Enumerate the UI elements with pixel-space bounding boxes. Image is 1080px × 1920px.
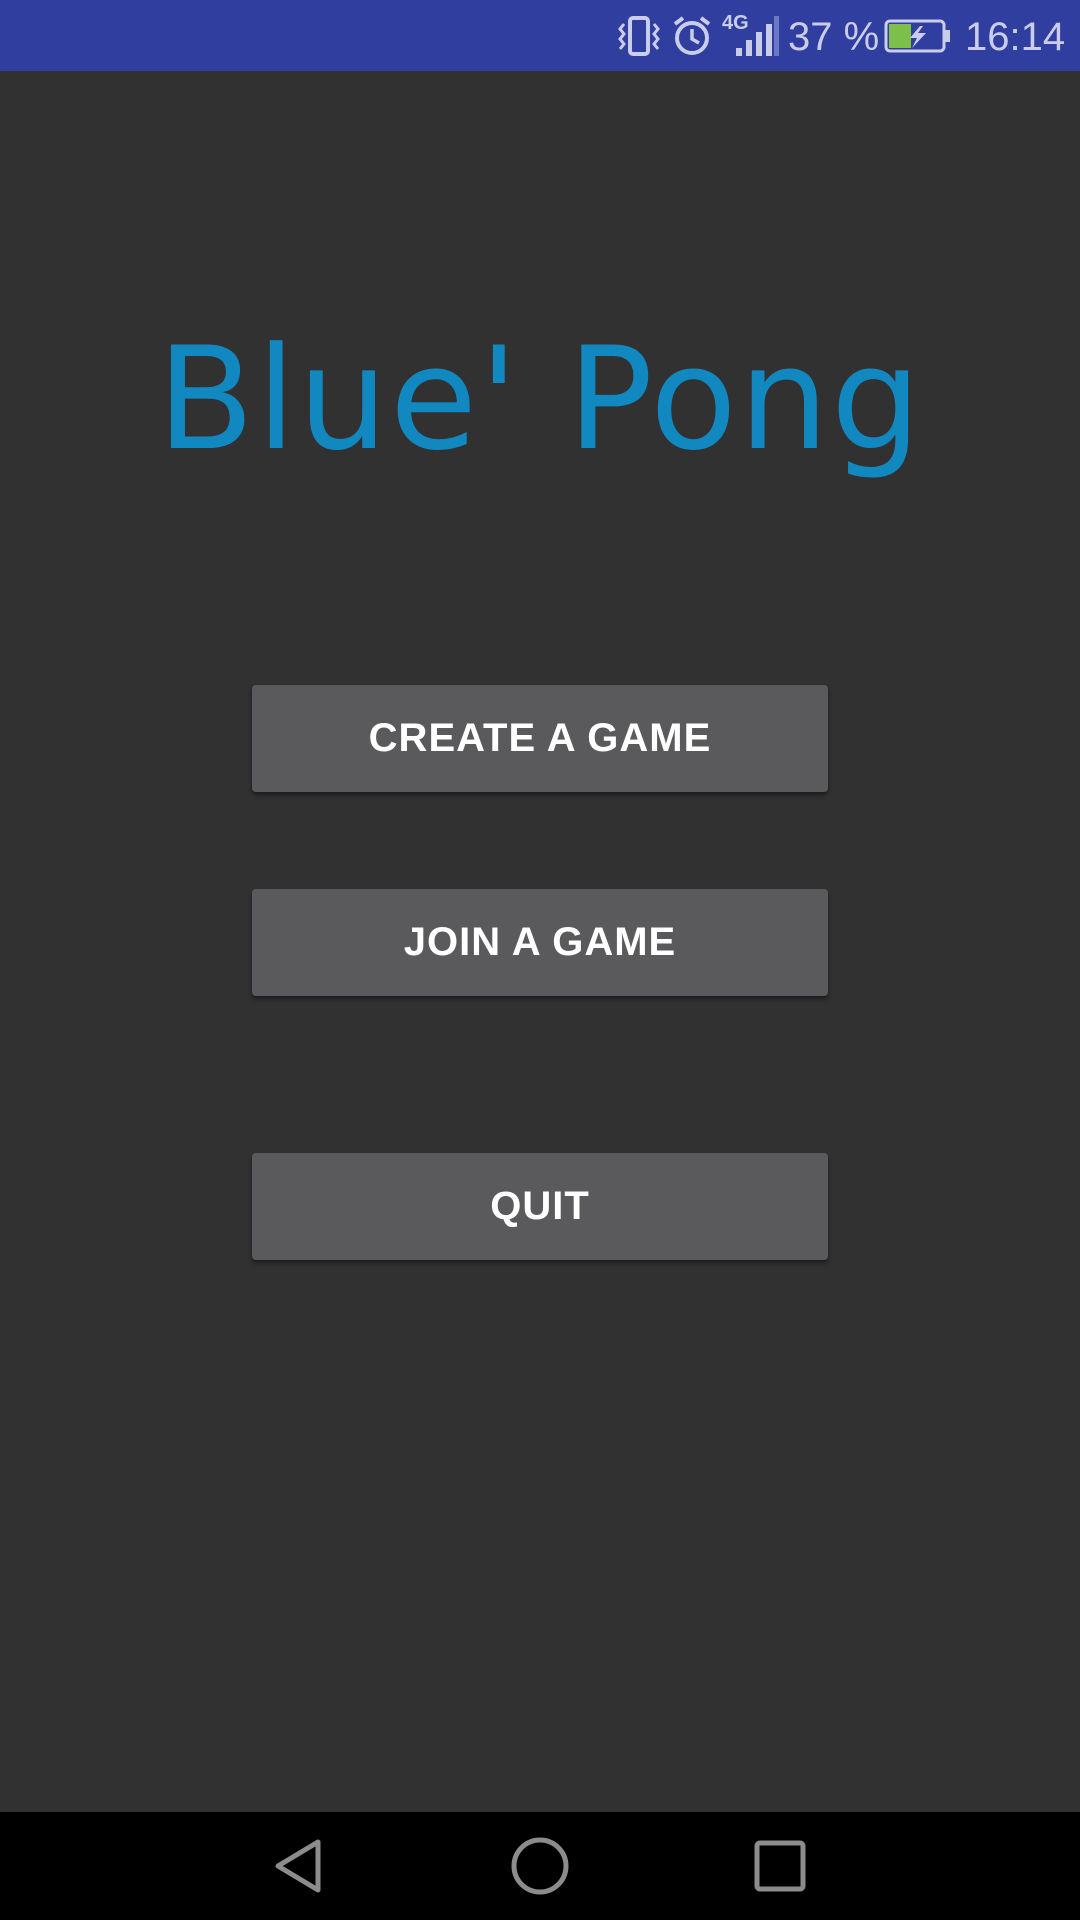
home-icon bbox=[511, 1837, 569, 1895]
app-title: Blue' Pong bbox=[157, 317, 923, 482]
recents-button[interactable] bbox=[720, 1812, 840, 1920]
alarm-icon bbox=[672, 0, 712, 71]
clock-time: 16:14 bbox=[965, 15, 1066, 59]
quit-button[interactable]: QUIT bbox=[252, 1153, 828, 1260]
navigation-bar bbox=[0, 1812, 1080, 1920]
screen: 4G 37 % 16:14 Blue' Pong CREATE A GAME J… bbox=[0, 0, 1080, 1920]
home-button[interactable] bbox=[480, 1812, 600, 1920]
battery-percent: 37 % bbox=[788, 15, 880, 59]
create-game-button[interactable]: CREATE A GAME bbox=[252, 685, 828, 792]
back-button[interactable] bbox=[240, 1812, 360, 1920]
back-icon bbox=[275, 1839, 321, 1893]
battery-charging-icon bbox=[884, 0, 952, 71]
status-bar: 4G 37 % 16:14 bbox=[0, 0, 1080, 71]
signal-icon bbox=[734, 0, 780, 71]
recents-icon bbox=[754, 1840, 806, 1892]
join-game-button[interactable]: JOIN A GAME bbox=[252, 889, 828, 996]
vibrate-icon bbox=[616, 0, 662, 71]
